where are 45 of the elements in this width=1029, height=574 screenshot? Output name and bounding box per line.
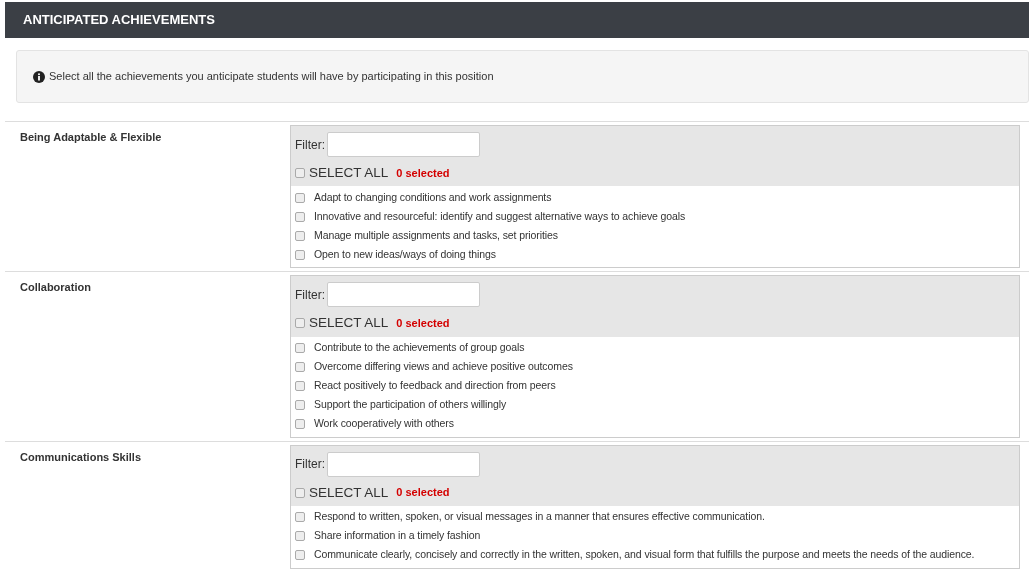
option-label: Innovative and resourceful: identify and suggest alternative ways to achieve goals — [314, 208, 686, 224]
checkbox[interactable] — [295, 343, 305, 353]
option-label: Contribute to the achievements of group goals — [314, 340, 525, 356]
category-label: Being Adaptable & Flexible — [20, 130, 163, 145]
option-label: Share information in a timely fashion — [314, 528, 481, 544]
checkbox[interactable] — [295, 230, 305, 241]
checkbox[interactable] — [295, 211, 305, 222]
filter-field[interactable] — [327, 451, 480, 477]
checkbox[interactable] — [295, 362, 305, 372]
select-all-label: SELECT ALL — [309, 164, 389, 182]
checkbox[interactable] — [295, 531, 305, 542]
selected-count: 0 selected — [396, 165, 450, 181]
option-label: Support the participation of others willingly — [314, 397, 507, 413]
checkbox[interactable] — [295, 168, 305, 179]
selected-count: 0 selected — [396, 316, 450, 332]
checkbox[interactable] — [295, 512, 305, 523]
filter-label: Filter: — [295, 136, 325, 154]
select-all-label: SELECT ALL — [309, 314, 389, 333]
checkbox[interactable] — [295, 381, 305, 391]
selected-count: 0 selected — [396, 485, 450, 501]
info-text: Select all the achievements you anticipate students will have by participating in this position — [49, 69, 494, 85]
filter-label: Filter: — [295, 286, 325, 304]
checkbox[interactable] — [295, 400, 305, 410]
info-icon — [33, 70, 45, 83]
option-label: Adapt to changing conditions and work assignments — [314, 189, 552, 205]
option-label: Communicate clearly, concisely and correctly in the written, spoken, and visual form that fulfills the purpose and meets the needs of the audience. — [314, 547, 975, 563]
section-header: ANTICIPATED ACHIEVEMENTS — [5, 2, 1029, 38]
checkbox[interactable] — [295, 550, 305, 561]
option-label: Manage multiple assignments and tasks, set priorities — [314, 227, 558, 243]
filter-field[interactable] — [327, 282, 480, 308]
filter-label: Filter: — [295, 456, 325, 473]
select-all-label: SELECT ALL — [309, 483, 389, 502]
option-label: Respond to written, spoken, or visual messages in a manner that ensures effective communication. — [314, 509, 765, 525]
checkbox[interactable] — [295, 192, 305, 203]
option-label: Overcome differing views and achieve positive outcomes — [314, 359, 573, 375]
option-label: Open to new ideas/ways of doing things — [314, 246, 496, 262]
option-label: Work cooperatively with others — [314, 416, 454, 432]
category-label: Communications Skills — [20, 449, 143, 465]
checkbox[interactable] — [295, 318, 305, 329]
filter-field[interactable] — [327, 132, 480, 157]
checkbox[interactable] — [295, 487, 305, 498]
option-label: React positively to feedback and direction from peers — [314, 378, 556, 394]
checkbox[interactable] — [295, 249, 305, 260]
checkbox[interactable] — [295, 419, 305, 429]
category-label: Collaboration — [20, 280, 92, 296]
